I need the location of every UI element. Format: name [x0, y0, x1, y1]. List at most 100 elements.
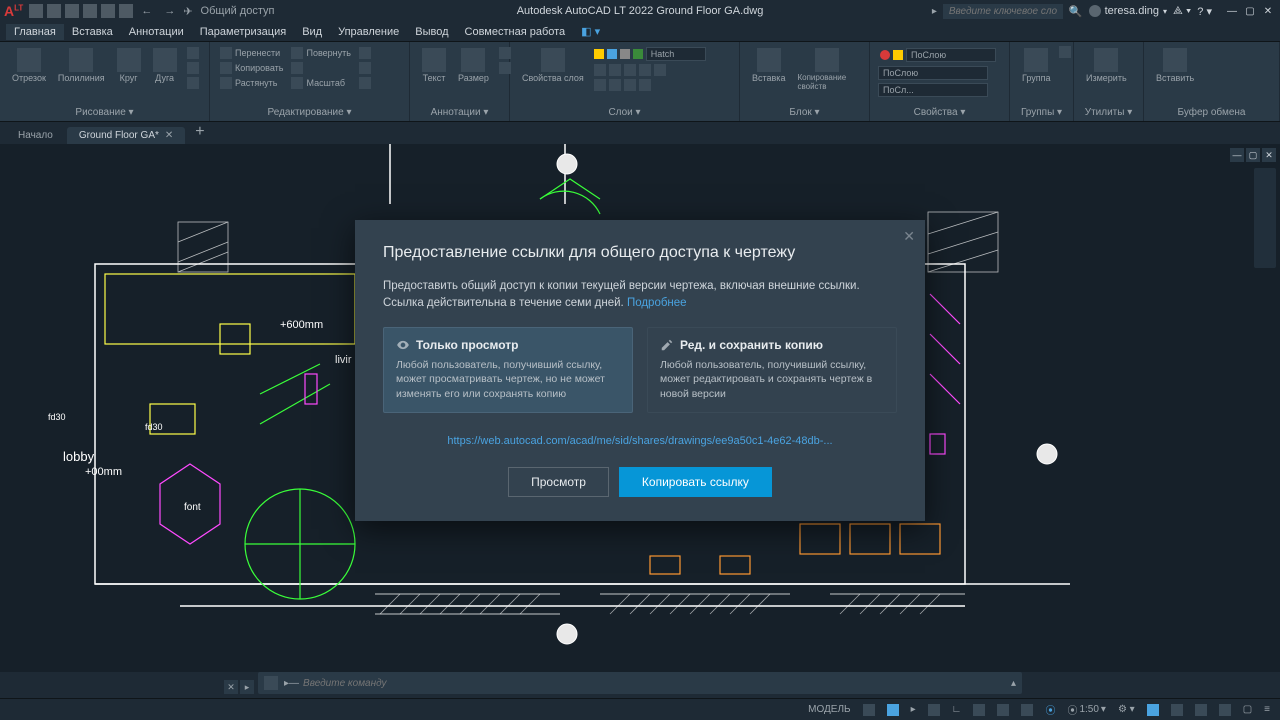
- status-scale[interactable]: ⦿ 1:50 ▾: [1063, 700, 1110, 719]
- tool-circle[interactable]: Круг: [113, 46, 145, 85]
- cmd-close[interactable]: ✕: [224, 680, 238, 694]
- menu-home[interactable]: Главная: [6, 24, 64, 40]
- featured-apps-icon[interactable]: ◧ ▾: [581, 25, 600, 38]
- panel-block-label[interactable]: Блок ▾: [746, 106, 863, 119]
- webmobile-icon[interactable]: [101, 4, 115, 18]
- menu-parametric[interactable]: Параметризация: [192, 24, 294, 40]
- menu-insert[interactable]: Вставка: [64, 24, 121, 40]
- status-otrack[interactable]: [969, 702, 989, 718]
- nav-bar[interactable]: [1254, 168, 1276, 268]
- status-clean[interactable]: ▢: [1239, 702, 1256, 717]
- group-small[interactable]: [1059, 46, 1071, 58]
- status-lwt[interactable]: [993, 702, 1013, 718]
- panel-layers-label[interactable]: Слои ▾: [516, 106, 733, 119]
- save-icon[interactable]: [65, 4, 79, 18]
- layer-tool1[interactable]: [594, 64, 606, 76]
- tool-arc[interactable]: Дуга: [149, 46, 181, 85]
- layer-tool5[interactable]: [654, 64, 666, 76]
- tool-matchprops[interactable]: Копирование свойств: [793, 46, 861, 93]
- open-icon[interactable]: [47, 4, 61, 18]
- close-tab-icon[interactable]: ✕: [165, 130, 173, 141]
- undo-icon[interactable]: ←: [137, 5, 156, 17]
- layer-tool9[interactable]: [639, 79, 651, 91]
- status-customize[interactable]: ≡: [1260, 702, 1274, 717]
- panel-anno-label[interactable]: Аннотации ▾: [416, 106, 503, 119]
- status-wsswitch[interactable]: ⚙ ▾: [1114, 702, 1139, 717]
- tool-measure[interactable]: Измерить: [1082, 46, 1131, 85]
- tool-fillet[interactable]: [357, 61, 373, 75]
- status-qp[interactable]: [1191, 702, 1211, 718]
- tool-small1[interactable]: [185, 46, 201, 60]
- command-line[interactable]: ▸— ▴: [258, 672, 1022, 694]
- panel-modify-label[interactable]: Редактирование ▾: [216, 106, 403, 119]
- plot-icon[interactable]: [119, 4, 133, 18]
- status-isolate[interactable]: [1215, 702, 1235, 718]
- status-annomonitor[interactable]: [1143, 702, 1163, 718]
- status-transparency[interactable]: [1017, 702, 1037, 718]
- user-menu[interactable]: teresa.ding ▾: [1089, 5, 1167, 17]
- share-url-link[interactable]: https://web.autocad.com/acad/me/sid/shar…: [447, 435, 832, 447]
- copy-link-button[interactable]: Копировать ссылку: [619, 467, 772, 497]
- minimize-button[interactable]: —: [1224, 4, 1240, 18]
- tab-current[interactable]: Ground Floor GA*✕: [67, 127, 185, 144]
- layer-tool8[interactable]: [624, 79, 636, 91]
- tool-move[interactable]: Перенести: [218, 46, 285, 60]
- tool-dim[interactable]: Размер: [454, 46, 493, 85]
- panel-groups-label[interactable]: Группы ▾: [1016, 106, 1067, 119]
- viewport-close[interactable]: ✕: [1262, 148, 1276, 162]
- tool-stretch[interactable]: Растянуть: [218, 76, 285, 90]
- layer-tool4[interactable]: [639, 64, 651, 76]
- status-polar[interactable]: [924, 702, 944, 718]
- linetype-select[interactable]: [878, 83, 988, 97]
- layer-dropdown[interactable]: [592, 46, 731, 62]
- saveas-icon[interactable]: [83, 4, 97, 18]
- status-annoscale[interactable]: ⦿: [1041, 700, 1059, 719]
- menu-output[interactable]: Вывод: [407, 24, 456, 40]
- panel-props-label[interactable]: Свойства ▾: [876, 106, 1003, 119]
- layer-tool6[interactable]: [594, 79, 606, 91]
- layer-tool2[interactable]: [609, 64, 621, 76]
- tool-line[interactable]: Отрезок: [8, 46, 50, 85]
- autodesk-icon[interactable]: ⟁ ▾: [1173, 5, 1191, 18]
- maximize-button[interactable]: ▢: [1242, 4, 1258, 18]
- redo-icon[interactable]: →: [160, 5, 179, 17]
- preview-button[interactable]: Просмотр: [508, 467, 609, 497]
- tool-layerprops[interactable]: Свойства слоя: [518, 46, 588, 85]
- share-arrow-icon[interactable]: ✈: [183, 5, 192, 18]
- menu-manage[interactable]: Управление: [330, 24, 407, 40]
- new-icon[interactable]: [29, 4, 43, 18]
- tool-small2[interactable]: [185, 61, 201, 75]
- status-ortho[interactable]: ▸: [907, 702, 920, 717]
- cmd-expand[interactable]: ▸: [240, 680, 254, 694]
- menu-view[interactable]: Вид: [294, 24, 330, 40]
- tool-paste[interactable]: Вставить: [1152, 46, 1198, 85]
- add-tab-button[interactable]: +: [187, 120, 212, 144]
- arrow-icon[interactable]: ▸: [932, 6, 937, 17]
- tool-rotate[interactable]: Повернуть: [289, 46, 352, 60]
- layer-select[interactable]: [646, 47, 706, 61]
- tab-start[interactable]: Начало: [6, 127, 65, 144]
- tool-copy[interactable]: Копировать: [218, 61, 285, 75]
- dialog-close-button[interactable]: ✕: [903, 228, 915, 245]
- search-icon[interactable]: 🔍: [1069, 5, 1083, 18]
- status-snap[interactable]: [883, 702, 903, 718]
- tool-text[interactable]: Текст: [418, 46, 450, 85]
- status-units[interactable]: [1167, 702, 1187, 718]
- panel-draw-label[interactable]: Рисование ▾: [6, 106, 203, 119]
- menu-annotate[interactable]: Аннотации: [121, 24, 192, 40]
- close-button[interactable]: ✕: [1260, 4, 1276, 18]
- share-button[interactable]: Общий доступ: [201, 5, 275, 17]
- lineweight-select[interactable]: [878, 66, 988, 80]
- tool-mirror[interactable]: [289, 61, 352, 75]
- tool-insert[interactable]: Вставка: [748, 46, 789, 85]
- status-grid[interactable]: [859, 702, 879, 718]
- tool-array[interactable]: [357, 76, 373, 90]
- status-model[interactable]: МОДЕЛЬ: [804, 702, 854, 717]
- command-input[interactable]: [303, 678, 1011, 689]
- color-select-row[interactable]: [878, 46, 1001, 64]
- tool-trim[interactable]: [357, 46, 373, 60]
- panel-utils-label[interactable]: Утилиты ▾: [1080, 106, 1137, 119]
- search-input[interactable]: [943, 4, 1063, 19]
- layer-tool7[interactable]: [609, 79, 621, 91]
- tool-scale[interactable]: Масштаб: [289, 76, 352, 90]
